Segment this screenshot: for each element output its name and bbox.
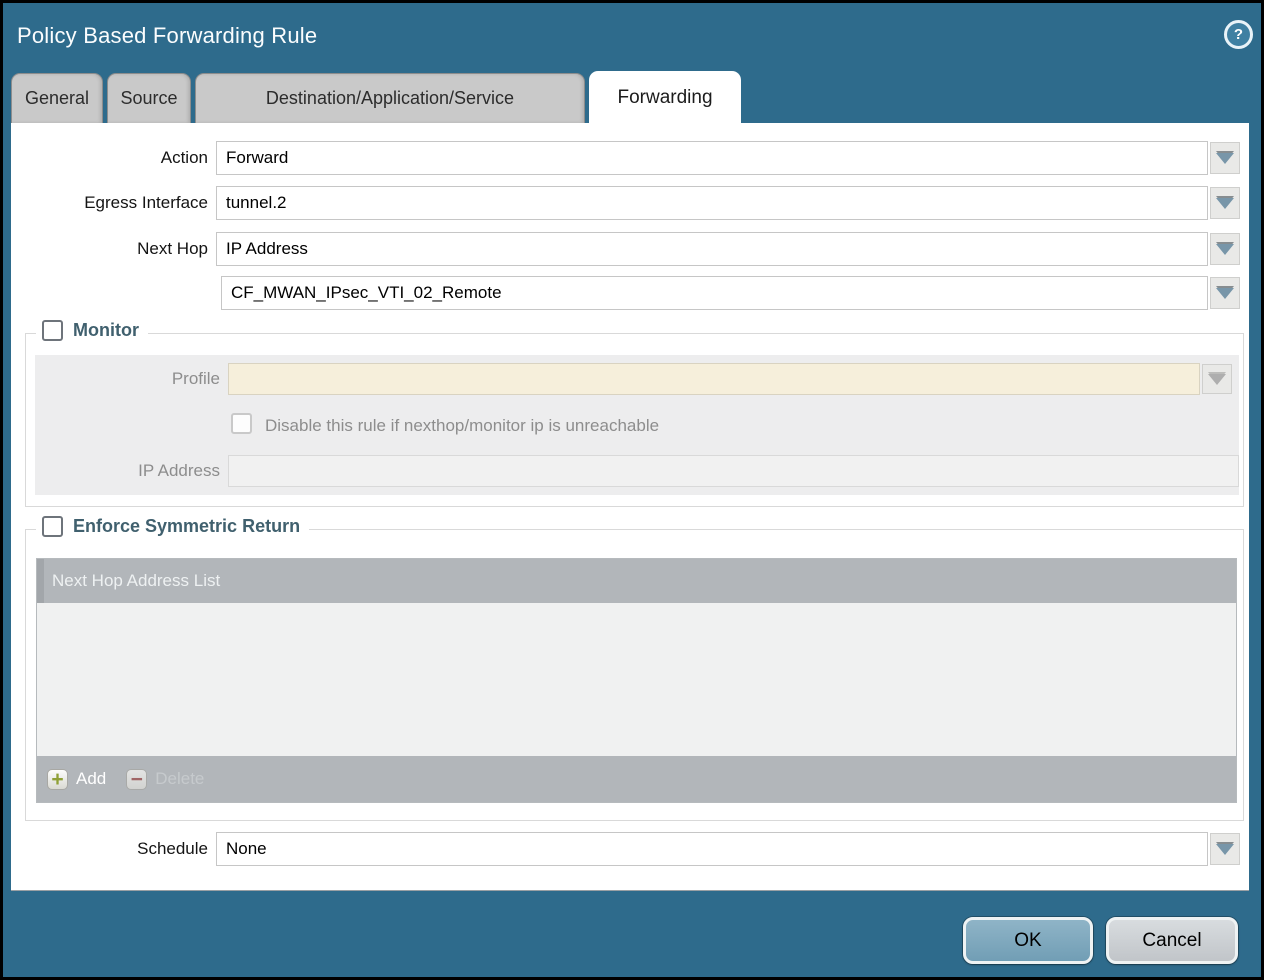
- schedule-label: Schedule: [11, 839, 208, 859]
- cancel-button-label: Cancel: [1142, 930, 1201, 952]
- next-hop-address-table-body-empty: [37, 603, 1236, 756]
- tab-label: Destination/Application/Service: [266, 88, 514, 109]
- tab-general[interactable]: General: [11, 73, 103, 123]
- enforce-symmetric-return-checkbox[interactable]: [42, 516, 63, 537]
- pbf-rule-dialog: Policy Based Forwarding Rule ? General S…: [0, 0, 1264, 980]
- next-hop-address-dropdown[interactable]: CF_MWAN_IPsec_VTI_02_Remote: [221, 276, 1208, 310]
- action-dropdown[interactable]: Forward: [216, 141, 1208, 175]
- tab-label: General: [25, 88, 89, 109]
- minus-icon: −: [126, 769, 147, 790]
- schedule-dropdown[interactable]: None: [216, 832, 1208, 866]
- egress-interface-dropdown[interactable]: tunnel.2: [216, 186, 1208, 220]
- enforce-symmetric-return-legend: Enforce Symmetric Return: [36, 516, 309, 537]
- tab-source[interactable]: Source: [107, 73, 191, 123]
- next-hop-address-table: Next Hop Address List + Add − Delete: [36, 558, 1237, 803]
- cancel-button[interactable]: Cancel: [1106, 917, 1238, 964]
- plus-icon: +: [47, 769, 68, 790]
- next-hop-address-dropdown-button[interactable]: [1210, 277, 1240, 309]
- next-hop-type-value: IP Address: [226, 239, 308, 259]
- tab-label: Source: [120, 88, 177, 109]
- profile-label: Profile: [11, 369, 220, 389]
- next-hop-type-dropdown[interactable]: IP Address: [216, 232, 1208, 266]
- ok-button[interactable]: OK: [963, 917, 1093, 964]
- next-hop-address-table-footer: + Add − Delete: [37, 756, 1236, 802]
- schedule-value: None: [226, 839, 267, 859]
- monitor-legend: Monitor: [36, 320, 148, 341]
- egress-interface-label: Egress Interface: [11, 193, 208, 213]
- next-hop-address-value: CF_MWAN_IPsec_VTI_02_Remote: [231, 283, 502, 303]
- profile-dropdown-disabled: [228, 363, 1200, 395]
- monitor-ip-address-label: IP Address: [11, 461, 220, 481]
- action-dropdown-button[interactable]: [1210, 142, 1240, 174]
- next-hop-address-table-header: Next Hop Address List: [37, 559, 1236, 603]
- next-hop-address-list-column-header: Next Hop Address List: [52, 571, 220, 591]
- page-title: Policy Based Forwarding Rule: [17, 23, 317, 49]
- schedule-dropdown-button[interactable]: [1210, 833, 1240, 865]
- tab-destination-application-service[interactable]: Destination/Application/Service: [195, 73, 585, 123]
- chevron-down-icon: [1216, 844, 1234, 855]
- chevron-down-icon: [1216, 288, 1234, 299]
- egress-interface-dropdown-button[interactable]: [1210, 187, 1240, 219]
- chevron-down-icon: [1216, 153, 1234, 164]
- egress-interface-value: tunnel.2: [226, 193, 287, 213]
- next-hop-type-dropdown-button[interactable]: [1210, 233, 1240, 265]
- enforce-symmetric-return-legend-label: Enforce Symmetric Return: [73, 516, 300, 537]
- action-value: Forward: [226, 148, 288, 168]
- disable-rule-label: Disable this rule if nexthop/monitor ip …: [265, 416, 659, 436]
- monitor-checkbox[interactable]: [42, 320, 63, 341]
- chevron-down-icon: [1208, 374, 1226, 385]
- delete-button-disabled: − Delete: [126, 769, 204, 790]
- forwarding-tab-panel: Action Forward Egress Interface tunnel.2…: [11, 123, 1249, 891]
- disable-rule-checkbox-disabled: [231, 413, 252, 434]
- tab-label: Forwarding: [617, 87, 712, 109]
- ok-button-label: OK: [1014, 930, 1041, 952]
- add-button[interactable]: + Add: [47, 769, 106, 790]
- action-label: Action: [11, 148, 208, 168]
- chevron-down-icon: [1216, 244, 1234, 255]
- monitor-ip-address-field-disabled: [228, 455, 1239, 487]
- help-icon[interactable]: ?: [1224, 20, 1253, 49]
- delete-button-label: Delete: [155, 769, 204, 789]
- profile-dropdown-button-disabled: [1202, 364, 1232, 394]
- tab-forwarding[interactable]: Forwarding: [589, 71, 741, 124]
- monitor-legend-label: Monitor: [73, 320, 139, 341]
- add-button-label: Add: [76, 769, 106, 789]
- chevron-down-icon: [1216, 198, 1234, 209]
- next-hop-label: Next Hop: [11, 239, 208, 259]
